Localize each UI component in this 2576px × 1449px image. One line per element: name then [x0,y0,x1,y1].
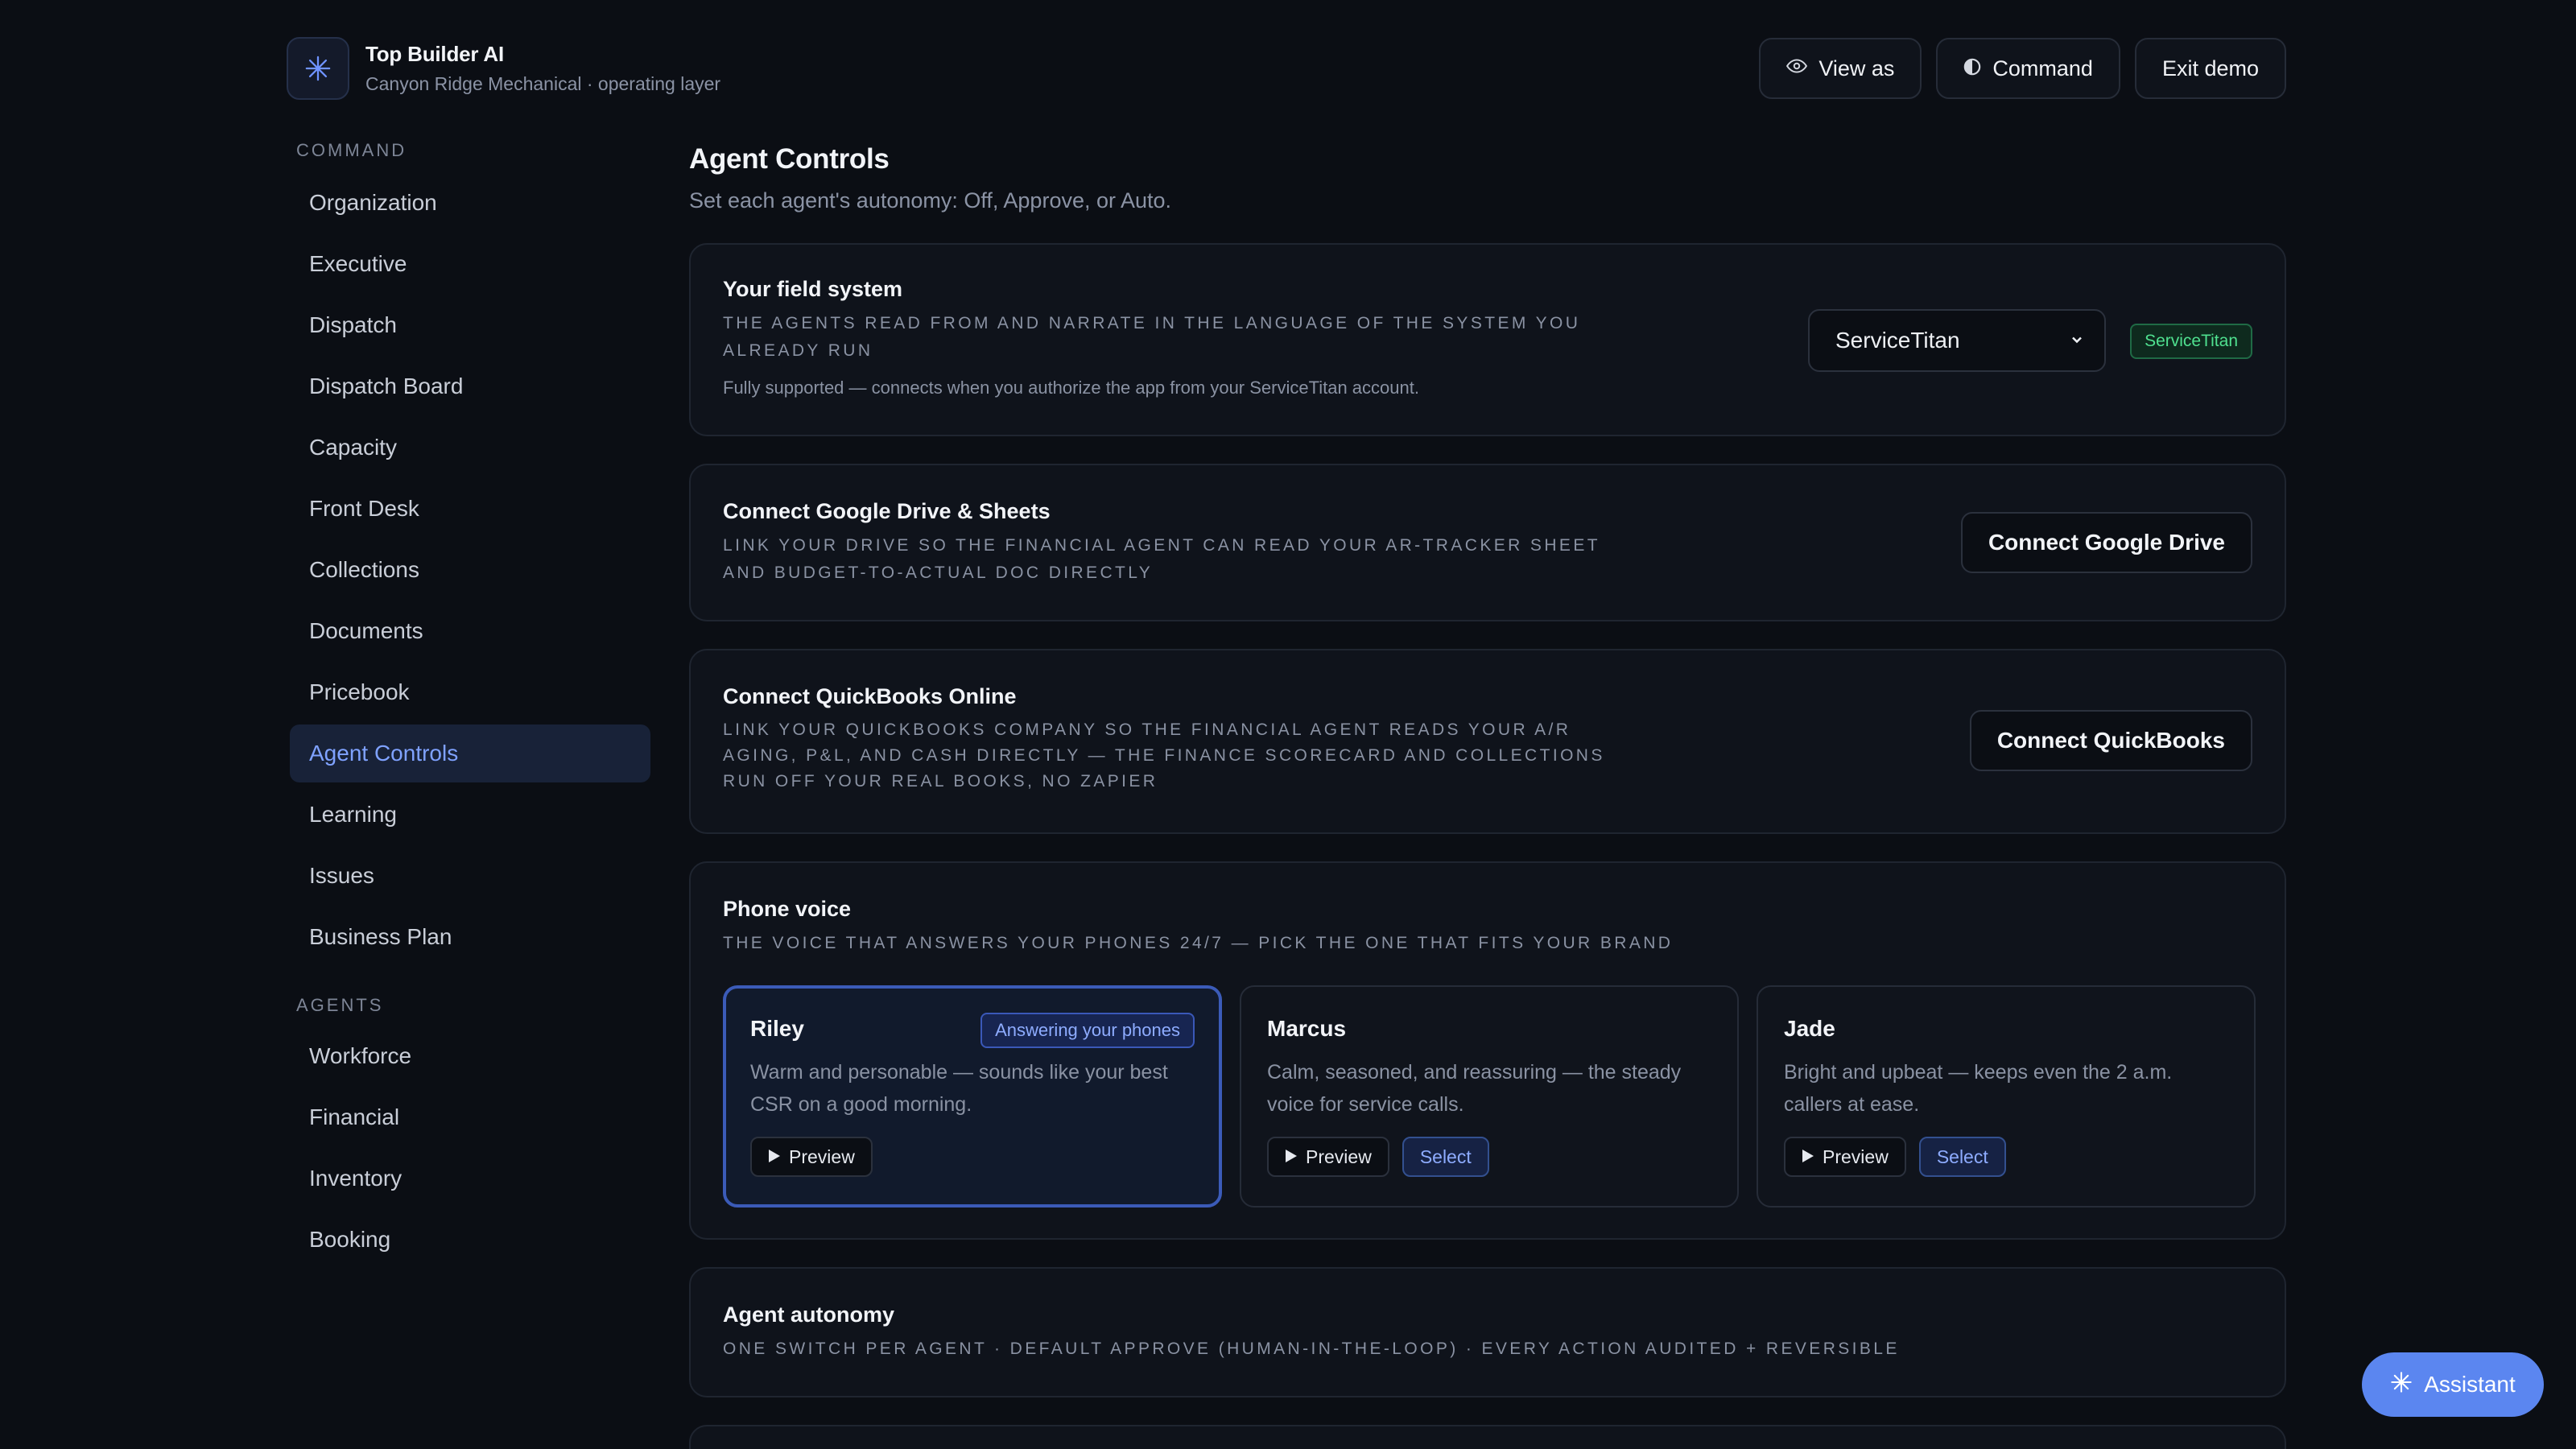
sidebar-item-collections[interactable]: Collections [290,541,650,599]
contrast-icon [1963,56,1981,81]
select-voice-button[interactable]: Select [1402,1137,1489,1177]
sidebar-item-organization[interactable]: Organization [290,174,650,232]
voice-description: Bright and upbeat — keeps even the 2 a.m… [1784,1061,2173,1116]
sidebar: COMMAND Organization Executive Dispatch … [290,138,650,1269]
sidebar-item-booking[interactable]: Booking [290,1211,650,1269]
preview-button[interactable]: Preview [1784,1137,1906,1177]
sidebar-heading-command: COMMAND [296,140,407,160]
voice-card-jade[interactable]: Jade Bright and upbeat — keeps even the … [1757,985,2256,1208]
phone-voice-title: Phone voice [723,897,852,921]
agent-autonomy-title: Agent autonomy [723,1302,894,1327]
view-as-label: View as [1818,56,1895,80]
select-voice-button[interactable]: Select [1918,1137,2006,1177]
assistant-label: Assistant [2424,1372,2516,1397]
sidebar-item-inventory[interactable]: Inventory [290,1150,650,1208]
sidebar-heading-agents: AGENTS [296,995,384,1015]
sparkle-icon [2390,1371,2413,1399]
sidebar-item-agent-controls[interactable]: Agent Controls [290,724,650,782]
next-card [689,1425,2286,1449]
brand-subtitle: Canyon Ridge Mechanical · operating laye… [365,73,721,94]
page-subtitle: Set each agent's autonomy: Off, Approve,… [689,188,1172,213]
agent-autonomy-caption: One switch per agent · Default Approve (… [723,1340,1900,1358]
play-icon [1802,1146,1814,1168]
sidebar-item-financial[interactable]: Financial [290,1088,650,1146]
connect-google-drive-button[interactable]: Connect Google Drive [1960,512,2252,573]
command-button[interactable]: Command [1936,38,2120,99]
preview-label: Preview [1823,1146,1889,1167]
sidebar-item-learning[interactable]: Learning [290,786,650,844]
exit-demo-button[interactable]: Exit demo [2134,38,2286,99]
voice-name: Jade [1784,1016,1835,1041]
field-system-select[interactable]: ServiceTitan [1808,309,2106,372]
preview-button[interactable]: Preview [1267,1137,1389,1177]
sidebar-item-business-plan[interactable]: Business Plan [290,908,650,966]
play-icon [1285,1146,1298,1168]
quickbooks-card: Connect QuickBooks Online Link your Quic… [689,649,2286,834]
main-header: Agent Controls Set each agent's autonomy… [689,143,2286,213]
active-voice-badge: Answering your phones [980,1013,1195,1048]
quickbooks-caption: Link your QuickBooks company so the fina… [723,720,1605,791]
quickbooks-title: Connect QuickBooks Online [723,684,1017,708]
agent-autonomy-card: Agent autonomy One switch per agent · De… [689,1267,2286,1397]
sidebar-item-executive[interactable]: Executive [290,235,650,293]
sidebar-item-front-desk[interactable]: Front Desk [290,480,650,538]
field-system-caption: The agents read from and narrate in the … [723,314,1581,360]
chevron-down-icon [2069,328,2085,353]
phone-voice-card: Phone voice The voice that answers your … [689,861,2286,1240]
voice-card-riley[interactable]: Riley Answering your phones Warm and per… [723,985,1222,1208]
field-system-card: Your field system The agents read from a… [689,243,2286,436]
preview-button[interactable]: Preview [750,1137,873,1177]
sidebar-item-issues[interactable]: Issues [290,847,650,905]
google-drive-card: Connect Google Drive & Sheets Link your … [689,464,2286,621]
google-drive-caption: Link your Drive so the financial agent c… [723,536,1600,582]
field-system-badge: ServiceTitan [2130,324,2252,359]
brand: Top Builder AI Canyon Ridge Mechanical ·… [287,37,720,100]
voice-card-marcus[interactable]: Marcus Calm, seasoned, and reassuring — … [1240,985,1739,1208]
command-label: Command [1992,56,2093,80]
connect-quickbooks-button[interactable]: Connect QuickBooks [1969,710,2252,771]
preview-label: Preview [1306,1146,1372,1167]
sparkle-icon [287,37,349,100]
sidebar-item-workforce[interactable]: Workforce [290,1027,650,1085]
field-system-title: Your field system [723,277,903,301]
preview-label: Preview [789,1146,855,1167]
voice-description: Warm and personable — sounds like your b… [750,1061,1168,1116]
page-title: Agent Controls [689,143,890,175]
play-icon [768,1146,781,1168]
field-system-note: Fully supported — connects when you auth… [723,378,1419,398]
eye-icon [1786,56,1808,82]
phone-voice-caption: The voice that answers your phones 24/7 … [723,934,1674,952]
sidebar-item-capacity[interactable]: Capacity [290,419,650,477]
field-system-selected-value: ServiceTitan [1835,328,1960,353]
voice-name: Marcus [1267,1016,1347,1041]
sidebar-item-dispatch-board[interactable]: Dispatch Board [290,357,650,415]
brand-title: Top Builder AI [365,42,504,66]
exit-demo-label: Exit demo [2161,56,2259,80]
view-as-button[interactable]: View as [1759,38,1922,99]
sidebar-item-pricebook[interactable]: Pricebook [290,663,650,721]
voice-description: Calm, seasoned, and reassuring — the ste… [1267,1061,1682,1116]
header-actions: View as Command Exit demo [1759,38,2286,99]
assistant-button[interactable]: Assistant [2362,1352,2544,1417]
sidebar-item-documents[interactable]: Documents [290,602,650,660]
sidebar-item-dispatch[interactable]: Dispatch [290,296,650,354]
